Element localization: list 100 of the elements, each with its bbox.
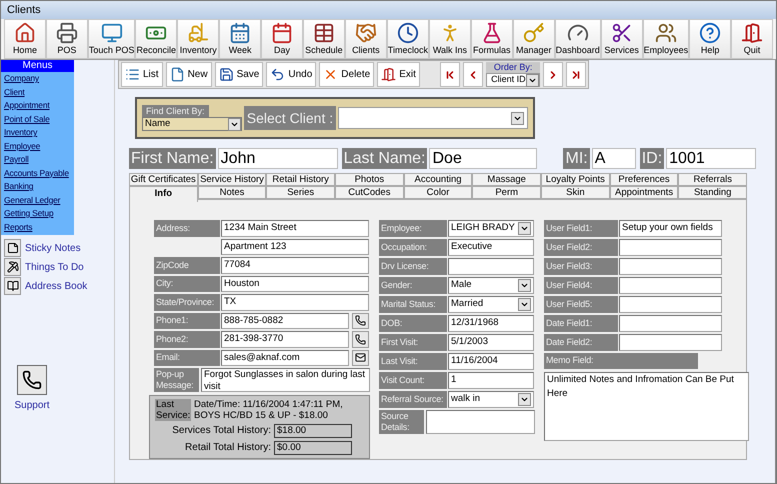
tool-button[interactable]: [4, 277, 21, 295]
menu-link[interactable]: Accounts Payable: [1, 166, 69, 180]
toolbar-button[interactable]: Manager: [512, 19, 555, 59]
tab[interactable]: Gift Certificates: [129, 173, 198, 186]
input-field[interactable]: [619, 258, 722, 275]
tab[interactable]: Standing: [678, 186, 748, 199]
toolbar-button[interactable]: Day: [261, 19, 303, 59]
dropdown[interactable]: Male: [448, 277, 534, 294]
input-field[interactable]: [619, 277, 722, 294]
tab[interactable]: Perm: [472, 186, 542, 199]
tool-link[interactable]: Address Book: [25, 278, 88, 294]
input-field[interactable]: [448, 258, 534, 275]
toolbar-button[interactable]: Formulas: [470, 19, 513, 59]
toolbar-button[interactable]: Clients: [344, 19, 387, 59]
tool-link[interactable]: Sticky Notes: [25, 240, 81, 256]
telephone-button[interactable]: [352, 312, 369, 329]
input-field[interactable]: 11/16/2004: [448, 353, 534, 370]
input-field[interactable]: 1: [448, 372, 534, 389]
tab[interactable]: Notes: [198, 186, 266, 199]
name-field[interactable]: John: [218, 148, 338, 169]
tab[interactable]: Massage: [472, 173, 542, 186]
name-field[interactable]: Doe: [429, 148, 538, 169]
record-button[interactable]: Save: [214, 62, 264, 87]
record-button[interactable]: Delete: [319, 62, 374, 87]
input-field[interactable]: Apartment 123: [221, 238, 369, 255]
tab[interactable]: Color: [404, 186, 472, 199]
input-field[interactable]: 1234 Main Street: [221, 220, 369, 236]
support-button[interactable]: [17, 365, 47, 395]
menu-link[interactable]: Appointment: [1, 99, 50, 112]
input-field[interactable]: Executive: [448, 239, 534, 256]
text-area[interactable]: Forgot Sunglasses in salon during last visit: [201, 368, 370, 392]
record-button[interactable]: List: [121, 62, 163, 87]
name-field[interactable]: 1001: [666, 148, 756, 169]
tab[interactable]: Preferences: [610, 173, 678, 186]
tab[interactable]: Info: [129, 186, 198, 202]
record-button[interactable]: New: [166, 62, 212, 87]
toolbar-button[interactable]: Week: [219, 19, 262, 59]
tab[interactable]: Photos: [335, 173, 404, 186]
input-field[interactable]: Setup your own fields: [619, 220, 722, 237]
tab[interactable]: Loyalty Points: [541, 173, 610, 186]
tool-link[interactable]: Things To Do: [25, 260, 84, 274]
order-by-dropdown[interactable]: Client ID: [486, 73, 540, 87]
memo-field[interactable]: Unlimited Notes and Infromation Can Be Put Here: [544, 372, 749, 441]
input-field[interactable]: [619, 296, 722, 313]
find-by-dropdown[interactable]: Name: [142, 117, 242, 131]
previous-record-button[interactable]: [463, 62, 484, 87]
last-record-button[interactable]: [566, 62, 586, 87]
tab[interactable]: Retail History: [266, 173, 336, 186]
menu-link[interactable]: Inventory: [1, 126, 38, 140]
menu-link[interactable]: Point of Sale: [1, 112, 50, 126]
input-field[interactable]: 281-398-3770: [221, 331, 349, 348]
first-record-button[interactable]: [440, 62, 460, 87]
record-button[interactable]: Undo: [266, 62, 316, 87]
menu-link[interactable]: Payroll: [1, 153, 29, 166]
record-button[interactable]: Exit: [377, 62, 420, 87]
toolbar-button[interactable]: Reconcile: [135, 19, 178, 59]
input-field[interactable]: [619, 239, 722, 256]
menu-link[interactable]: Getting Setup: [1, 207, 54, 220]
menu-link[interactable]: General Ledger: [1, 194, 60, 207]
input-field[interactable]: [619, 315, 722, 332]
input-field[interactable]: 77084: [221, 257, 369, 274]
menu-link[interactable]: Company: [1, 72, 39, 86]
toolbar-button[interactable]: Services: [600, 19, 643, 59]
tab[interactable]: Skin: [541, 186, 610, 199]
toolbar-button[interactable]: Quit: [731, 19, 773, 59]
tool-button[interactable]: [4, 239, 21, 257]
tab[interactable]: Series: [266, 186, 336, 199]
input-field[interactable]: 12/31/1968: [448, 315, 534, 332]
toolbar-button[interactable]: Schedule: [302, 19, 345, 59]
tool-button[interactable]: [4, 258, 21, 276]
tab[interactable]: Referrals: [678, 173, 748, 186]
toolbar-button[interactable]: Dashboard: [554, 19, 601, 59]
tab[interactable]: CutCodes: [335, 186, 404, 199]
input-field[interactable]: 5/1/2003: [448, 334, 534, 351]
dropdown[interactable]: Married: [448, 296, 534, 313]
text-area[interactable]: [426, 410, 535, 434]
email-button[interactable]: [352, 350, 369, 366]
telephone-button[interactable]: [352, 331, 369, 348]
input-field[interactable]: 888-785-0882: [221, 312, 349, 329]
name-field[interactable]: A: [592, 148, 636, 169]
dropdown[interactable]: walk in: [448, 391, 534, 408]
toolbar-button[interactable]: Timeclock: [386, 19, 429, 59]
menu-link[interactable]: Client: [1, 86, 25, 99]
next-record-button[interactable]: [543, 62, 564, 87]
input-field[interactable]: Houston: [221, 276, 369, 292]
dropdown[interactable]: LEIGH BRADY: [448, 220, 534, 237]
menu-link[interactable]: Banking: [1, 180, 34, 194]
input-field[interactable]: sales@aknaf.com: [221, 350, 349, 366]
toolbar-button[interactable]: Home: [4, 19, 46, 59]
tab[interactable]: Appointments: [610, 186, 678, 199]
menu-link[interactable]: Employee: [1, 140, 40, 153]
toolbar-button[interactable]: Employees: [642, 19, 690, 59]
menu-link[interactable]: Reports: [1, 220, 32, 234]
toolbar-button[interactable]: POS: [46, 19, 88, 59]
toolbar-button[interactable]: Inventory: [177, 19, 220, 59]
toolbar-button[interactable]: Walk Ins: [428, 19, 471, 59]
input-field[interactable]: TX: [221, 294, 369, 310]
tab[interactable]: Accounting: [404, 173, 472, 186]
toolbar-button[interactable]: Touch POS: [88, 19, 136, 59]
input-field[interactable]: [619, 334, 722, 351]
